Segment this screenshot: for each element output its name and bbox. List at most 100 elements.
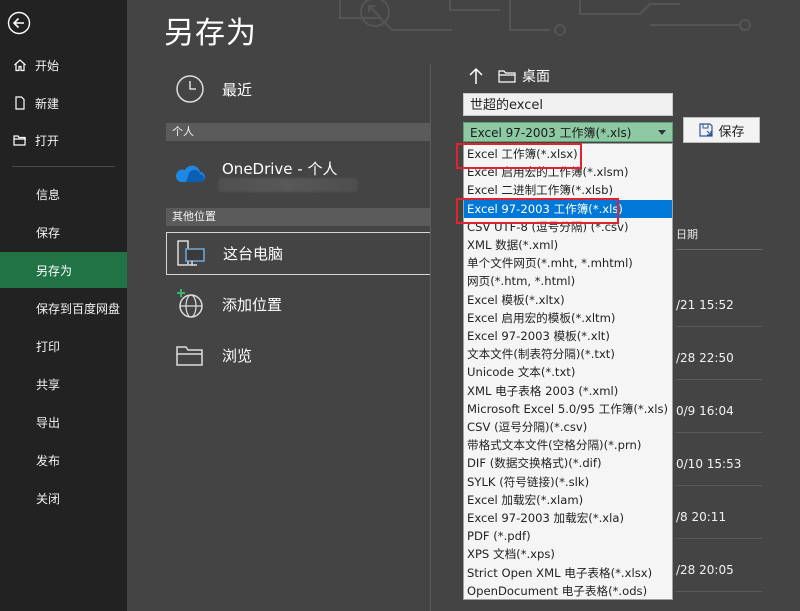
nav-new-label: 新建 (35, 96, 60, 111)
file-row-date[interactable]: /28 20:05 (676, 563, 734, 577)
location-browse[interactable]: 浏览 (166, 336, 431, 374)
save-disk-icon (699, 123, 714, 137)
filetype-selected-value: Excel 97-2003 工作簿(*.xls) (470, 126, 632, 140)
nav-print[interactable]: 打印 (0, 328, 127, 364)
location-this-pc-label: 这台电脑 (223, 245, 284, 263)
nav-open-label: 打开 (35, 133, 60, 148)
nav-share[interactable]: 共享 (0, 366, 127, 402)
location-recent[interactable]: 最近 (166, 70, 431, 108)
file-row-divider (676, 485, 762, 486)
back-arrow-icon (7, 11, 31, 35)
nav-share-label: 共享 (36, 377, 61, 392)
filetype-option[interactable]: DIF (数据交换格式)(*.dif) (464, 454, 672, 472)
filetype-option[interactable]: 单个文件网页(*.mht, *.mhtml) (464, 254, 672, 272)
filetype-dropdown-list: Excel 工作簿(*.xlsx) Excel 启用宏的工作簿(*.xlsm) Ex… (463, 143, 673, 600)
filetype-option[interactable]: Unicode 文本(*.txt) (464, 363, 672, 381)
filetype-option[interactable]: 网页(*.htm, *.html) (464, 272, 672, 290)
new-document-icon (15, 96, 25, 110)
nav-close[interactable]: 关闭 (0, 480, 127, 516)
filetype-option[interactable]: 文本文件(制表符分隔)(*.txt) (464, 345, 672, 363)
nav-save[interactable]: 保存 (0, 214, 127, 250)
location-add-place-label: 添加位置 (222, 295, 283, 314)
location-onedrive-label: OneDrive - 个人 (222, 159, 338, 178)
nav-publish[interactable]: 发布 (0, 442, 127, 478)
filetype-option[interactable]: Excel 启用宏的模板(*.xltm) (464, 309, 672, 327)
home-icon (14, 59, 26, 72)
section-header-personal: 个人 (166, 123, 431, 141)
nav-home[interactable]: 开始 (0, 47, 127, 83)
file-row-divider (676, 538, 762, 539)
back-button[interactable] (7, 11, 31, 35)
filetype-option[interactable]: Excel 加载宏(*.xlam) (464, 491, 672, 509)
location-recent-label: 最近 (222, 80, 253, 99)
file-row-date[interactable]: 0/10 15:53 (676, 457, 741, 471)
filetype-option[interactable]: Microsoft Excel 5.0/95 工作簿(*.xls) (464, 400, 672, 418)
nav-export[interactable]: 导出 (0, 404, 127, 440)
nav-publish-label: 发布 (36, 453, 61, 468)
open-folder-icon (13, 135, 26, 146)
filetype-option[interactable]: SYLK (符号链接)(*.slk) (464, 473, 672, 491)
filename-input[interactable]: 世超的excel (463, 93, 673, 116)
filetype-option[interactable]: CSV UTF-8 (逗号分隔) (*.csv) (464, 218, 672, 236)
nav-save-baidu-label: 保存到百度网盘 (36, 301, 121, 316)
nav-info-label: 信息 (36, 187, 61, 202)
clock-icon (176, 75, 204, 103)
browse-folder-icon (176, 346, 203, 366)
onedrive-cloud-icon (176, 165, 205, 182)
filetype-option[interactable]: Excel 工作簿(*.xlsx) (464, 145, 672, 163)
filetype-option[interactable]: Excel 97-2003 工作簿(*.xls) (464, 199, 672, 218)
section-header-other: 其他位置 (166, 208, 431, 226)
path-breadcrumb: 桌面 (468, 66, 550, 86)
nav-save-as-label: 另存为 (36, 263, 73, 278)
header-divider (676, 249, 762, 250)
file-row-date[interactable]: /21 15:52 (676, 298, 734, 312)
filetype-option[interactable]: PDF (*.pdf) (464, 527, 672, 545)
filetype-option[interactable]: XML 电子表格 2003 (*.xml) (464, 382, 672, 400)
filetype-option[interactable]: Excel 97-2003 模板(*.xlt) (464, 327, 672, 345)
filetype-option[interactable]: CSV (逗号分隔)(*.csv) (464, 418, 672, 436)
save-button-label: 保存 (718, 124, 745, 140)
nav-save-as[interactable]: 另存为 (0, 252, 127, 288)
nav-new[interactable]: 新建 (0, 85, 127, 121)
filetype-option[interactable]: XML 数据(*.xml) (464, 236, 672, 254)
nav-save-label: 保存 (36, 225, 61, 240)
nav-close-label: 关闭 (36, 491, 61, 506)
location-this-pc[interactable]: 这台电脑 (166, 232, 431, 275)
onedrive-account-redacted (218, 178, 358, 192)
location-add-place[interactable]: 添加位置 (166, 285, 431, 323)
file-row-date[interactable]: 0/9 16:04 (676, 404, 734, 418)
page-title: 另存为 (164, 16, 257, 51)
computer-icon (177, 239, 205, 266)
circuit-decoration (339, 0, 751, 36)
sidebar-divider (12, 166, 115, 167)
globe-add-icon (177, 289, 203, 318)
file-row-date[interactable]: /28 22:50 (676, 351, 734, 365)
nav-info[interactable]: 信息 (0, 176, 127, 212)
chevron-down-icon (658, 130, 666, 135)
current-folder[interactable]: 桌面 (522, 66, 550, 86)
nav-export-label: 导出 (36, 415, 61, 430)
filetype-select[interactable]: Excel 97-2003 工作簿(*.xls) (463, 122, 673, 142)
file-row-divider (676, 379, 762, 380)
filetype-option[interactable]: XPS 文档(*.xps) (464, 545, 672, 563)
filetype-option[interactable]: Excel 二进制工作簿(*.xlsb) (464, 181, 672, 199)
file-row-divider (676, 591, 762, 592)
file-row-date[interactable]: /8 20:11 (676, 510, 726, 524)
file-row-divider (676, 326, 762, 327)
nav-open[interactable]: 打开 (0, 122, 127, 158)
folder-icon (498, 70, 516, 83)
save-button[interactable]: 保存 (683, 117, 760, 143)
filetype-option[interactable]: Excel 启用宏的工作簿(*.xlsm) (464, 163, 672, 181)
up-arrow-icon[interactable] (468, 67, 484, 85)
filetype-option[interactable]: Excel 97-2003 加载宏(*.xla) (464, 509, 672, 527)
filetype-option[interactable]: OpenDocument 电子表格(*.ods) (464, 582, 672, 600)
nav-save-baidu[interactable]: 保存到百度网盘 (0, 290, 127, 326)
filetype-option[interactable]: Strict Open XML 电子表格(*.xlsx) (464, 564, 672, 582)
file-row-divider (676, 432, 762, 433)
filetype-option[interactable]: 带格式文本文件(空格分隔)(*.prn) (464, 436, 672, 454)
nav-print-label: 打印 (36, 339, 61, 354)
filetype-option[interactable]: Excel 模板(*.xltx) (464, 291, 672, 309)
backstage-sidebar: 开始 新建 打开 信息 保存 另存为 保存到百度网盘 打印 共享 导出 发布 关… (0, 0, 127, 611)
column-header-date[interactable]: 日期 (676, 226, 698, 242)
nav-home-label: 开始 (35, 58, 60, 73)
